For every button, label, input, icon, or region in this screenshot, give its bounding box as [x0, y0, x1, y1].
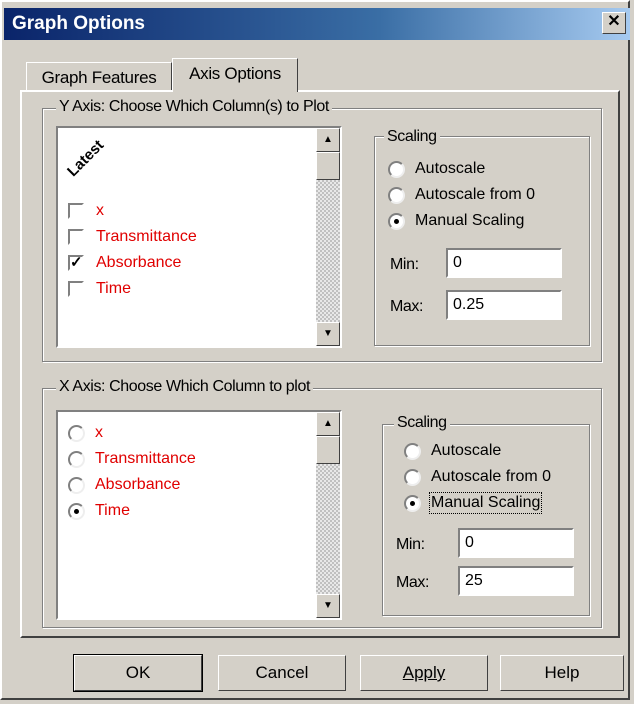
- check-icon: ✓: [70, 254, 83, 271]
- y-checkbox-absorbance[interactable]: ✓: [68, 255, 84, 271]
- title-bar: Graph Options ✕: [4, 8, 630, 40]
- y-list-scrollbar[interactable]: ▲ ▼: [316, 128, 340, 346]
- tab-panel-axis-options: Y Axis: Choose Which Column(s) to Plot L…: [20, 90, 620, 638]
- x-column-label: Time: [95, 502, 130, 519]
- option-label: Manual Scaling: [415, 212, 525, 229]
- scroll-up-icon[interactable]: ▲: [316, 412, 340, 436]
- close-icon[interactable]: ✕: [602, 12, 626, 34]
- y-autoscale-from-0-option[interactable]: Autoscale from 0: [388, 186, 535, 204]
- y-min-field[interactable]: 0: [446, 248, 562, 278]
- tab-label: Axis Options: [189, 64, 281, 83]
- x-scaling-title: Scaling: [394, 414, 450, 432]
- x-column-label: Transmittance: [95, 450, 196, 467]
- apply-label: Apply: [402, 663, 446, 682]
- option-label: Autoscale from 0: [415, 186, 536, 203]
- x-list-scrollbar[interactable]: ▲ ▼: [316, 412, 340, 618]
- y-column-absorbance[interactable]: ✓ Absorbance: [68, 254, 181, 272]
- x-radio-time[interactable]: [68, 502, 85, 520]
- x-autoscale-from-0-option[interactable]: Autoscale from 0: [404, 468, 551, 486]
- x-autoscale-radio[interactable]: [404, 442, 421, 460]
- x-column-label: Absorbance: [95, 476, 181, 493]
- y-checkbox-transmittance[interactable]: [68, 229, 84, 245]
- scroll-thumb[interactable]: [316, 436, 340, 464]
- y-checkbox-x[interactable]: [68, 203, 84, 219]
- x-manual-scaling-radio[interactable]: [404, 494, 421, 512]
- y-autoscale-option[interactable]: Autoscale: [388, 160, 485, 178]
- y-min-label: Min:: [390, 256, 419, 273]
- ok-button[interactable]: OK: [73, 654, 203, 692]
- tab-label: Graph Features: [41, 68, 157, 87]
- x-axis-group-title: X Axis: Choose Which Column to plot: [56, 378, 314, 396]
- x-column-label: x: [95, 424, 103, 441]
- x-autoscale-from-0-radio[interactable]: [404, 468, 421, 486]
- x-radio-absorbance[interactable]: [68, 476, 85, 494]
- x-max-label: Max:: [396, 574, 430, 591]
- y-autoscale-radio[interactable]: [388, 160, 405, 178]
- option-label: Autoscale: [415, 160, 486, 177]
- scroll-down-icon[interactable]: ▼: [316, 594, 340, 618]
- x-column-listbox[interactable]: x Transmittance Absorbance Time ▲ ▼: [56, 410, 342, 620]
- x-column-time[interactable]: Time: [68, 502, 130, 520]
- y-manual-scaling-option[interactable]: Manual Scaling: [388, 212, 524, 230]
- y-manual-scaling-radio[interactable]: [388, 212, 405, 230]
- x-column-transmittance[interactable]: Transmittance: [68, 450, 196, 468]
- y-column-transmittance[interactable]: Transmittance: [68, 228, 197, 246]
- option-label: Autoscale: [431, 442, 502, 459]
- apply-button[interactable]: Apply: [360, 655, 488, 691]
- scroll-thumb[interactable]: [316, 152, 340, 180]
- tab-axis-options[interactable]: Axis Options: [172, 58, 298, 92]
- scroll-up-icon[interactable]: ▲: [316, 128, 340, 152]
- y-column-label: Time: [96, 280, 131, 297]
- y-checkbox-time[interactable]: [68, 281, 84, 297]
- x-autoscale-option[interactable]: Autoscale: [404, 442, 501, 460]
- window-title: Graph Options: [12, 13, 145, 34]
- y-autoscale-from-0-radio[interactable]: [388, 186, 405, 204]
- x-max-field[interactable]: 25: [458, 566, 574, 596]
- x-min-label: Min:: [396, 536, 425, 553]
- option-label: Autoscale from 0: [431, 468, 552, 485]
- y-column-label: Absorbance: [96, 254, 182, 271]
- y-column-listbox[interactable]: Latest x Transmittance ✓ Absorbance Time…: [56, 126, 342, 348]
- tab-graph-features[interactable]: Graph Features: [26, 62, 172, 92]
- x-manual-scaling-option[interactable]: Manual Scaling: [404, 492, 543, 514]
- cancel-button[interactable]: Cancel: [218, 655, 346, 691]
- help-button[interactable]: Help: [500, 655, 624, 691]
- latest-header: Latest: [64, 136, 108, 181]
- x-min-field[interactable]: 0: [458, 528, 574, 558]
- y-axis-group-title: Y Axis: Choose Which Column(s) to Plot: [56, 98, 332, 116]
- y-column-time[interactable]: Time: [68, 280, 131, 298]
- x-radio-transmittance[interactable]: [68, 450, 85, 468]
- y-column-label: x: [96, 202, 104, 219]
- scroll-down-icon[interactable]: ▼: [316, 322, 340, 346]
- y-column-x[interactable]: x: [68, 202, 104, 220]
- x-column-absorbance[interactable]: Absorbance: [68, 476, 180, 494]
- x-column-x[interactable]: x: [68, 424, 103, 442]
- x-radio-x[interactable]: [68, 424, 85, 442]
- y-max-field[interactable]: 0.25: [446, 290, 562, 320]
- y-max-label: Max:: [390, 298, 424, 315]
- option-label: Manual Scaling: [428, 492, 543, 514]
- y-column-label: Transmittance: [96, 228, 197, 245]
- y-scaling-title: Scaling: [384, 128, 440, 146]
